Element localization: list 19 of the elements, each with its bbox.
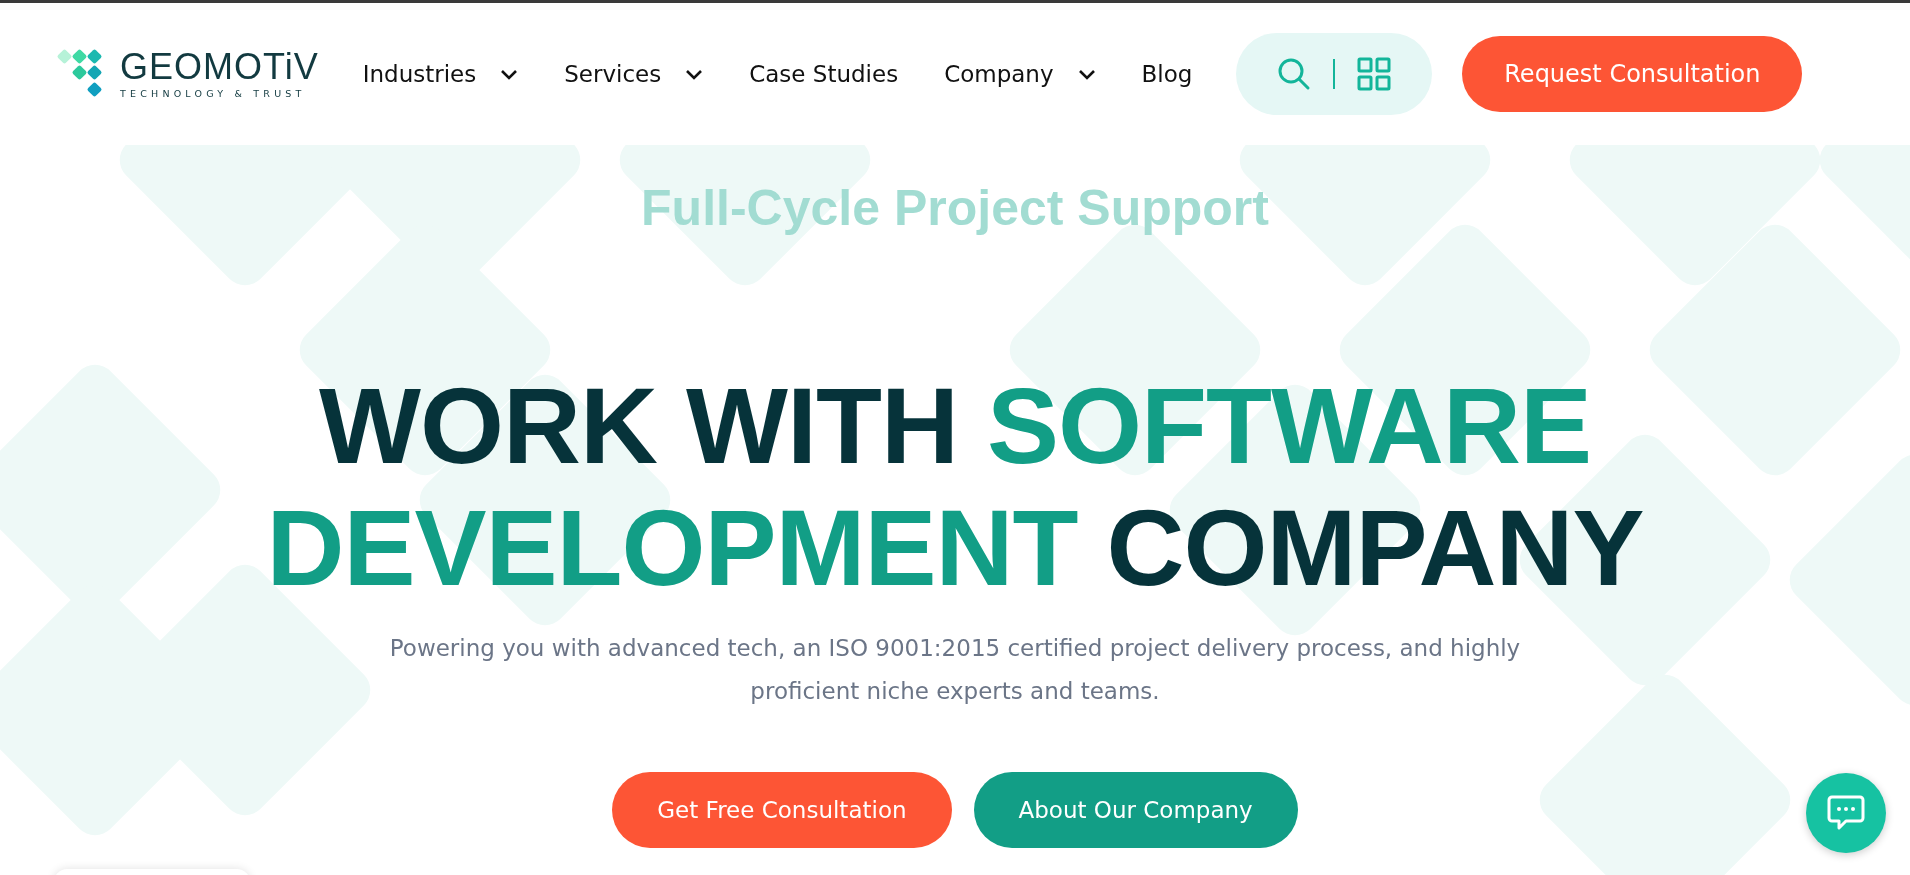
nav-link[interactable]: Blog (1141, 61, 1193, 87)
hero-description: Powering you with advanced tech, an ISO 9001:2015 certified project delivery process, and highly proficient niche experts and teams. (388, 634, 1522, 706)
chevron-down-icon (500, 68, 519, 80)
hero-eyebrow: Full-Cycle Project Support (641, 179, 1269, 237)
grid-icon (1357, 57, 1392, 91)
nav-link[interactable]: Industries (362, 61, 519, 87)
nav-link[interactable]: Services (564, 61, 704, 87)
nav-link[interactable]: Company (944, 61, 1096, 87)
search-button[interactable] (1277, 57, 1312, 91)
chevron-down-icon (685, 68, 704, 80)
search-icon (1277, 57, 1312, 91)
grid-menu-button[interactable] (1357, 57, 1392, 91)
logo-tagline: TECHNOLOGY & TRUST (120, 88, 307, 99)
chevron-down-icon (1077, 68, 1096, 80)
nav-link[interactable]: Case Studies (749, 61, 899, 87)
logo-wordmark[interactable]: GEOMOTiV (120, 49, 319, 85)
chat-button[interactable] (1806, 773, 1886, 853)
chat-bubble-icon (1826, 794, 1866, 832)
hero-heading: WORK WITH SOFTWARE DEVELOPMENT COMPANY (266, 365, 1644, 609)
